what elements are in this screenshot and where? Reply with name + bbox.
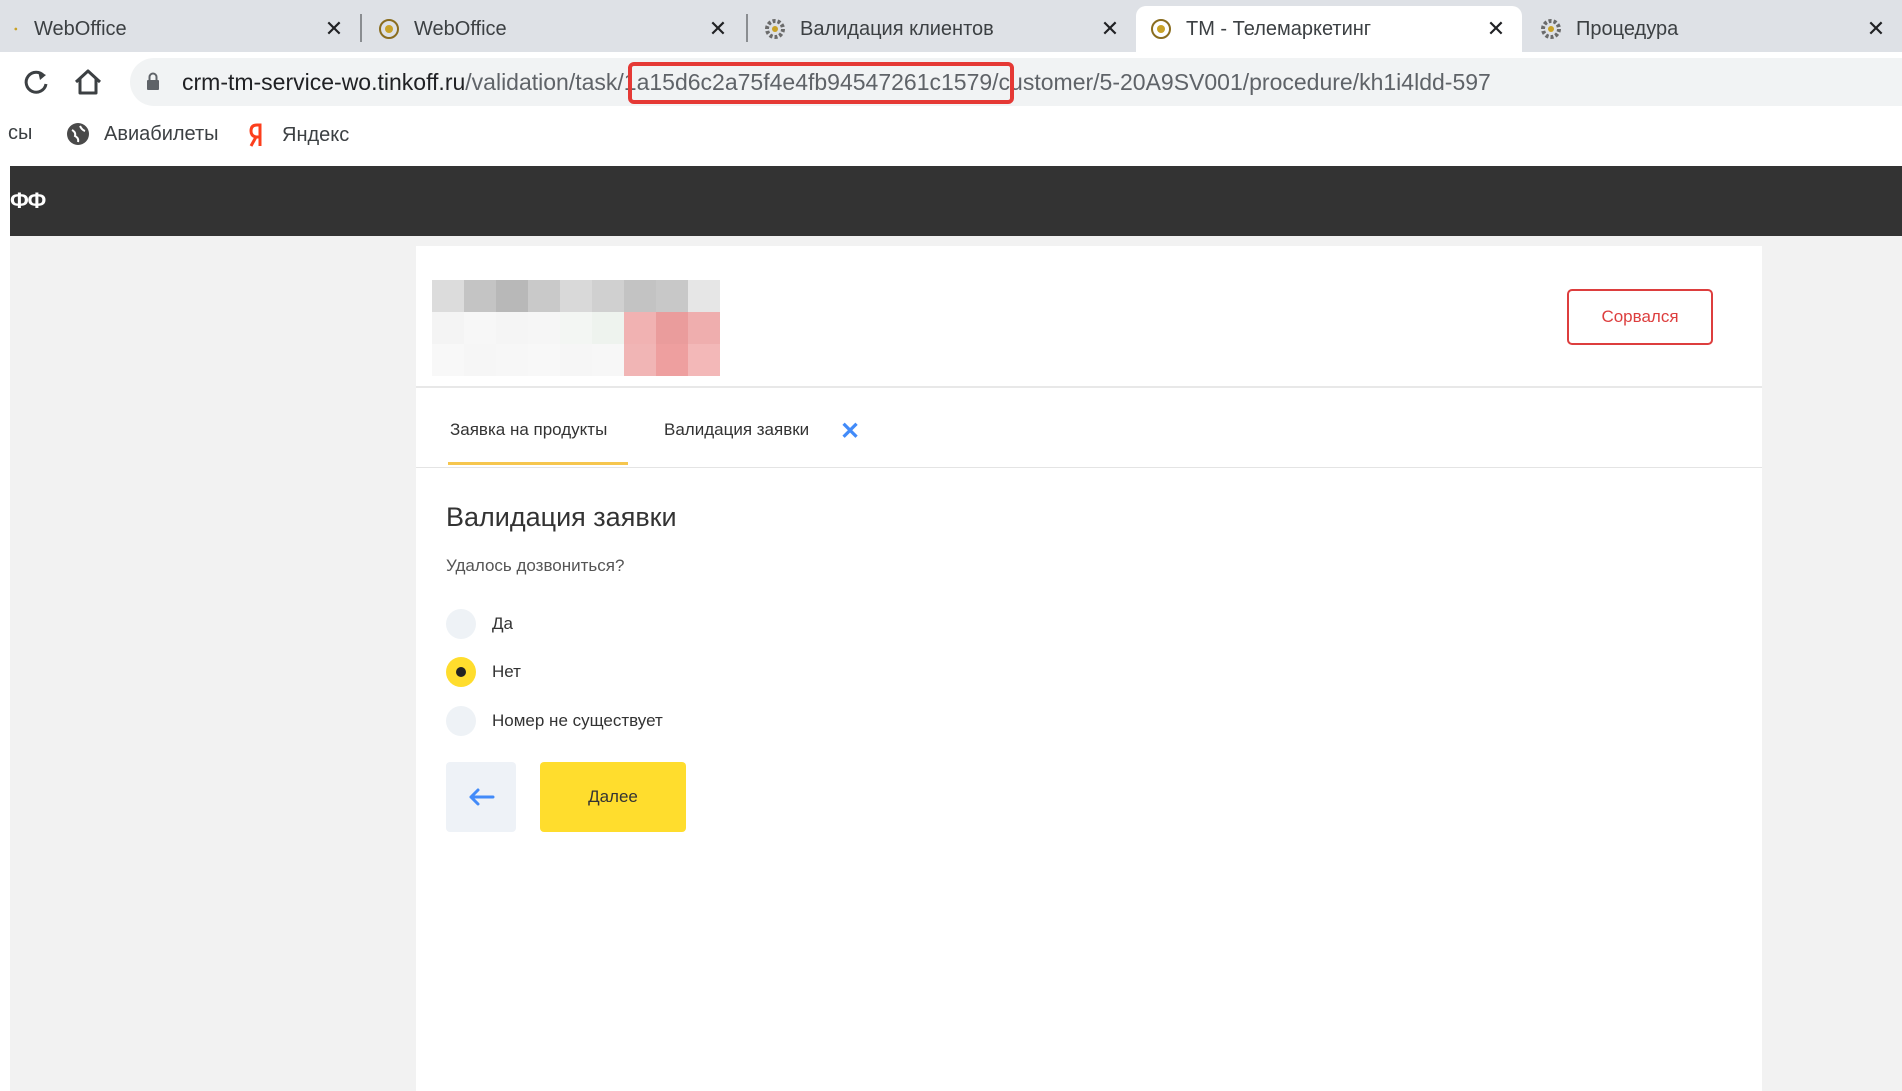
- bookmark-label: сы: [8, 122, 33, 144]
- gear-favicon-icon: [765, 19, 785, 39]
- radio-option-no[interactable]: Нет: [446, 657, 521, 687]
- tab-close-icon[interactable]: ✕: [1484, 16, 1508, 42]
- radio-button[interactable]: [446, 706, 476, 736]
- card-divider: [416, 386, 1762, 388]
- bookmark-label: Авиабилеты: [104, 122, 219, 145]
- browser-tab-2[interactable]: WebOffice ✕: [364, 6, 744, 52]
- tab-close-icon[interactable]: ✕: [1098, 16, 1122, 42]
- arrow-left-icon: [469, 788, 495, 806]
- bookmark-aviabilety[interactable]: Авиабилеты: [66, 122, 219, 146]
- browser-tab-1[interactable]: WebOffice ✕: [0, 6, 360, 52]
- globe-icon: [67, 123, 89, 145]
- tab-close-icon[interactable]: ✕: [1864, 16, 1888, 42]
- browser-tab-5[interactable]: Процедура ✕: [1526, 6, 1902, 52]
- gear-favicon-icon: [1541, 19, 1561, 39]
- browser-tab-4-active[interactable]: TM - Телемаркетинг ✕: [1136, 6, 1522, 52]
- back-button[interactable]: [446, 762, 516, 832]
- yandex-icon: [249, 123, 262, 147]
- radio-button-checked[interactable]: [446, 657, 476, 687]
- tab-close-icon[interactable]: ✕: [840, 417, 860, 446]
- bookmark-yandex[interactable]: Яндекс: [248, 122, 349, 148]
- home-icon[interactable]: [72, 66, 104, 98]
- radio-option-yes[interactable]: Да: [446, 609, 513, 639]
- tab-title: TM - Телемаркетинг: [1186, 17, 1372, 40]
- next-button[interactable]: Далее: [540, 762, 686, 832]
- radio-option-number-not-exist[interactable]: Номер не существует: [446, 706, 663, 736]
- browser-tab-3[interactable]: Валидация клиентов ✕: [750, 6, 1136, 52]
- radio-label: Да: [492, 614, 513, 633]
- bookmark-partial[interactable]: сы: [8, 122, 32, 145]
- tab-title: Процедура: [1576, 17, 1679, 40]
- site-logo[interactable]: ФФ: [10, 188, 46, 214]
- active-tab-underline: [448, 462, 628, 465]
- reload-icon[interactable]: [20, 66, 52, 98]
- client-info-pixelated: [432, 280, 752, 376]
- tab-title: WebOffice: [34, 17, 127, 40]
- tab-application-validation[interactable]: Валидация заявки: [664, 420, 809, 440]
- tab-separator: [746, 14, 748, 42]
- tab-separator: [360, 14, 362, 42]
- tab-title: Валидация клиентов: [800, 17, 994, 40]
- weboffice-favicon-icon: [379, 19, 399, 39]
- tab-close-icon[interactable]: ✕: [706, 16, 730, 42]
- bookmark-label: Яндекс: [282, 123, 350, 146]
- radio-label: Номер не существует: [492, 711, 663, 730]
- tab-products-application[interactable]: Заявка на продукты: [450, 420, 607, 440]
- radio-button[interactable]: [446, 609, 476, 639]
- weboffice-favicon-icon: [1151, 19, 1171, 39]
- section-title: Валидация заявки: [446, 502, 677, 532]
- tabs-divider: [416, 467, 1762, 468]
- weboffice-favicon-icon: [14, 27, 18, 31]
- tab-close-icon[interactable]: ✕: [322, 16, 346, 42]
- url-highlight-annotation: [628, 62, 1014, 104]
- left-edge: [0, 166, 10, 1091]
- dropped-call-button[interactable]: Сорвался: [1567, 289, 1713, 345]
- tab-title: WebOffice: [414, 17, 507, 40]
- lock-icon[interactable]: [146, 72, 160, 90]
- url-host: crm-tm-service-wo.tinkoff.ru: [182, 69, 466, 95]
- radio-label: Нет: [492, 662, 521, 681]
- radio-dot: [456, 667, 466, 677]
- question-label: Удалось дозвониться?: [446, 556, 625, 575]
- site-header: [10, 166, 1902, 236]
